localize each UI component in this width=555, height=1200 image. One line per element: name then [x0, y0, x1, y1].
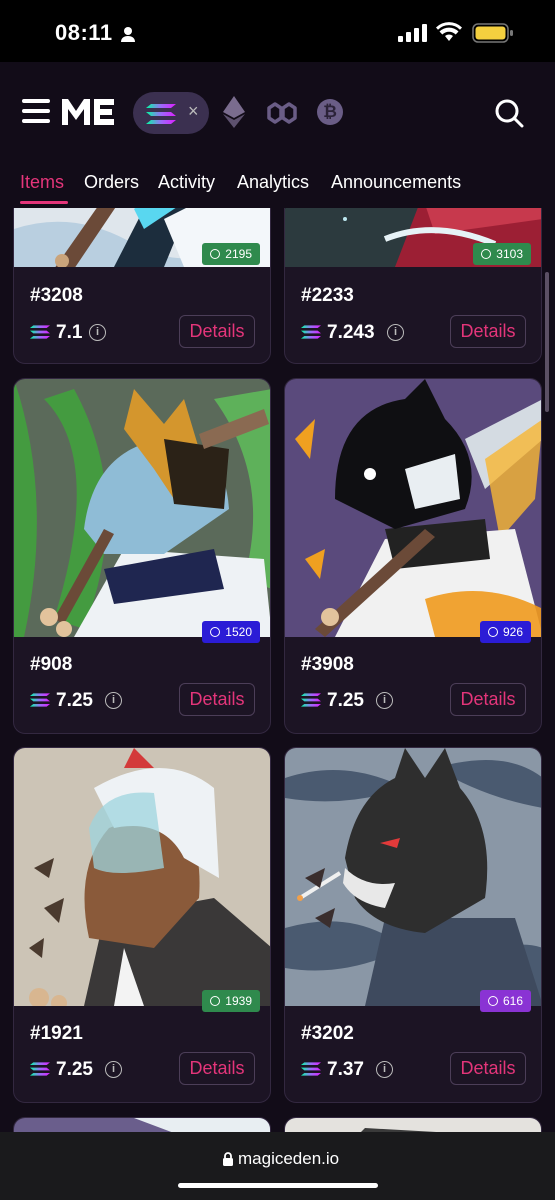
- medal-icon: [210, 627, 221, 637]
- hamburger-menu-icon[interactable]: [22, 99, 50, 123]
- wifi-icon: [436, 22, 462, 41]
- details-button[interactable]: Details: [179, 1052, 255, 1085]
- url-text[interactable]: magiceden.io: [238, 1149, 339, 1169]
- nft-card[interactable]: 1520 #908 7.25 i Details: [13, 378, 271, 734]
- bitcoin-icon[interactable]: ₿: [317, 99, 343, 125]
- nft-name: #3908: [301, 654, 354, 675]
- info-icon[interactable]: i: [376, 1061, 393, 1078]
- status-bar: 08:11: [0, 0, 555, 62]
- items-grid: 2195 #3208 7.1 i Details 3103 #2233 7.24…: [0, 208, 555, 1132]
- medal-icon: [210, 996, 221, 1006]
- info-icon[interactable]: i: [105, 1061, 122, 1078]
- lock-icon: [223, 1152, 233, 1166]
- person-icon: [121, 27, 135, 42]
- nft-name: #3208: [30, 285, 83, 306]
- nft-image[interactable]: [285, 1118, 541, 1132]
- nft-name: #1921: [30, 1023, 83, 1044]
- info-icon[interactable]: i: [105, 692, 122, 709]
- home-indicator: [178, 1183, 378, 1188]
- medal-icon: [210, 249, 221, 259]
- info-icon[interactable]: i: [387, 324, 404, 341]
- rarity-rank-badge: 616: [479, 990, 531, 1012]
- nft-price: 7.25: [56, 690, 93, 711]
- chain-pill-close-icon[interactable]: ×: [188, 101, 199, 122]
- nft-card[interactable]: 1939 #1921 7.25 i Details: [13, 747, 271, 1103]
- rarity-rank-badge: 1939: [202, 990, 260, 1012]
- nft-price: 7.25: [327, 690, 364, 711]
- medal-icon: [487, 627, 498, 637]
- battery-icon: [472, 23, 513, 43]
- details-button[interactable]: Details: [179, 315, 255, 348]
- solana-icon[interactable]: [146, 104, 176, 124]
- solana-icon: [301, 325, 321, 339]
- solana-icon: [30, 1062, 50, 1076]
- solana-icon: [301, 693, 321, 707]
- details-button[interactable]: Details: [450, 1052, 526, 1085]
- nft-price: 7.25: [56, 1059, 93, 1080]
- nft-price: 7.37: [327, 1059, 364, 1080]
- nft-name: #3202: [301, 1023, 354, 1044]
- details-button[interactable]: Details: [450, 683, 526, 716]
- tab-activity[interactable]: Activity: [158, 172, 215, 193]
- tab-analytics[interactable]: Analytics: [237, 172, 309, 193]
- active-tab-indicator: [20, 201, 68, 204]
- rarity-rank-badge: 1520: [202, 621, 260, 643]
- details-button[interactable]: Details: [179, 683, 255, 716]
- tab-announcements[interactable]: Announcements: [331, 172, 461, 193]
- nft-card[interactable]: [13, 1117, 271, 1132]
- nft-card[interactable]: 2195 #3208 7.1 i Details: [13, 208, 271, 364]
- scrollbar[interactable]: [545, 272, 549, 412]
- nft-price: 7.243: [327, 322, 375, 343]
- nft-image[interactable]: [14, 1118, 270, 1132]
- status-time: 08:11: [55, 20, 113, 45]
- details-button[interactable]: Details: [450, 315, 526, 348]
- nft-card[interactable]: 3103 #2233 7.243 i Details: [284, 208, 542, 364]
- polygon-icon[interactable]: [265, 99, 299, 127]
- cellular-signal-icon: [398, 24, 427, 42]
- nft-image[interactable]: [14, 748, 270, 1006]
- nft-card[interactable]: 616 #3202 7.37 i Details: [284, 747, 542, 1103]
- nft-image[interactable]: [285, 379, 541, 637]
- rarity-rank-badge: 926: [479, 621, 531, 643]
- magic-eden-logo-icon[interactable]: [60, 95, 116, 129]
- nft-name: #2233: [301, 285, 354, 306]
- info-icon[interactable]: i: [376, 692, 393, 709]
- nft-name: #908: [30, 654, 73, 675]
- rarity-rank-badge: 3103: [473, 243, 531, 265]
- nft-card[interactable]: [284, 1117, 542, 1132]
- tab-items[interactable]: Items: [20, 172, 64, 193]
- nft-price: 7.1: [56, 322, 83, 343]
- collection-tabs: Items Orders Activity Analytics Announce…: [0, 164, 555, 208]
- nft-image[interactable]: [285, 748, 541, 1006]
- tab-orders[interactable]: Orders: [84, 172, 139, 193]
- medal-icon: [487, 996, 498, 1006]
- solana-icon: [30, 693, 50, 707]
- solana-icon: [30, 325, 50, 339]
- rarity-rank-badge: 2195: [202, 243, 260, 265]
- nft-image[interactable]: [14, 379, 270, 637]
- solana-icon: [301, 1062, 321, 1076]
- search-icon[interactable]: [494, 98, 524, 128]
- ethereum-icon[interactable]: [223, 96, 245, 128]
- info-icon[interactable]: i: [89, 324, 106, 341]
- nft-card[interactable]: 926 #3908 7.25 i Details: [284, 378, 542, 734]
- medal-icon: [481, 249, 492, 259]
